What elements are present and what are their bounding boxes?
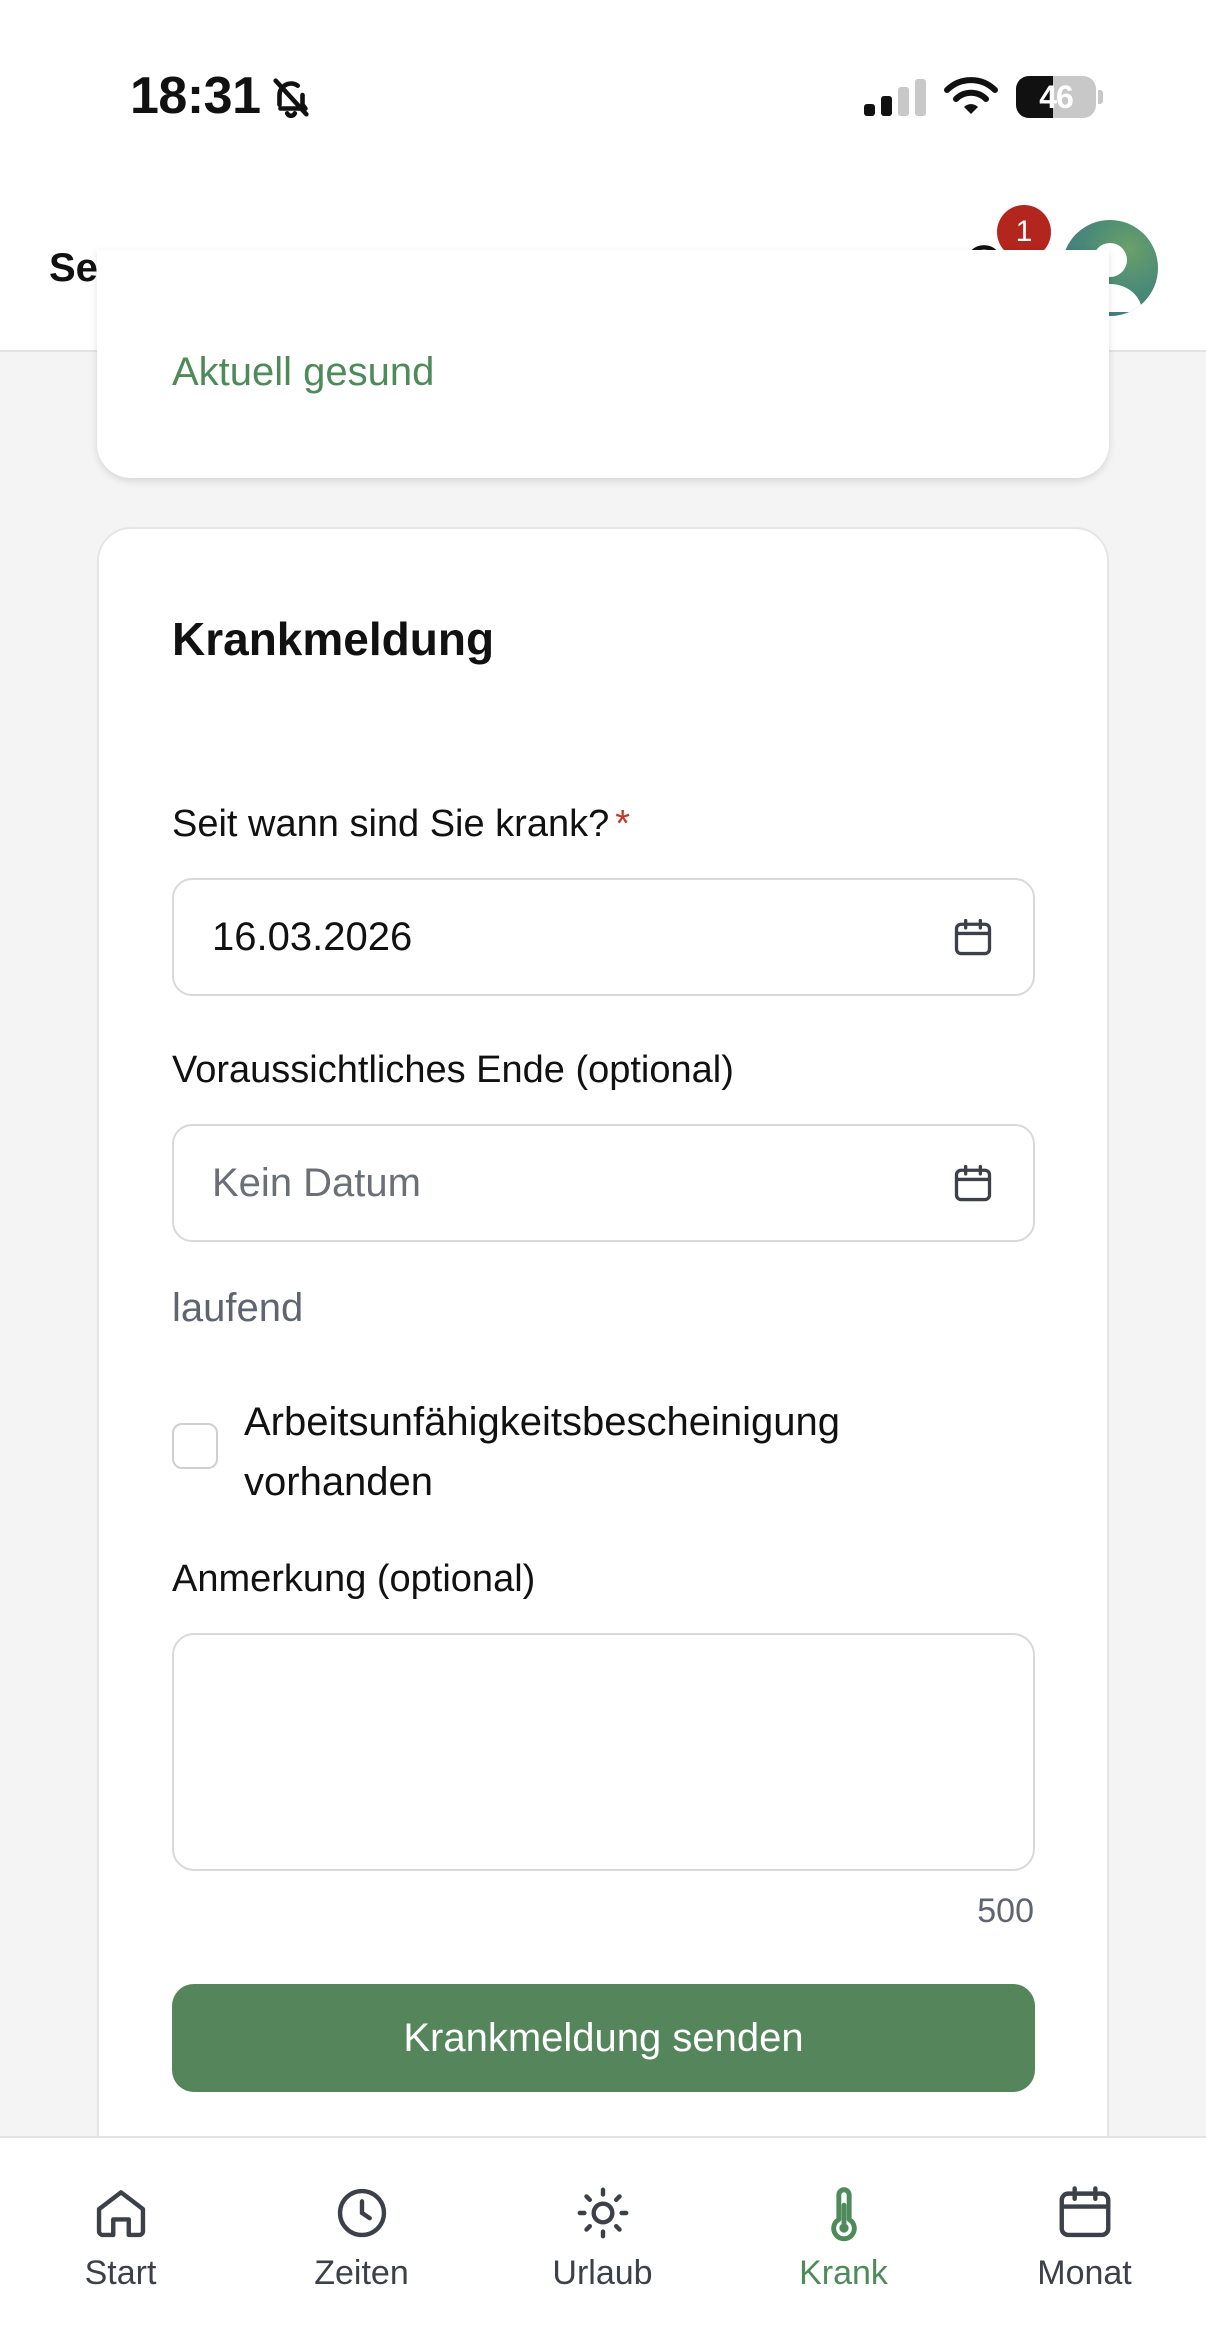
bell-slash-icon	[273, 78, 309, 119]
end-label: Voraussichtliches Ende (optional)	[172, 1049, 734, 1091]
since-date-value: 16.03.2026	[212, 915, 413, 959]
nav-label-start: Start	[84, 2254, 157, 2292]
note-label: Anmerkung (optional)	[172, 1558, 536, 1600]
nav-item-zeiten[interactable]: Zeiten	[241, 2138, 482, 2350]
battery-tip	[1098, 90, 1103, 104]
note-textarea[interactable]	[172, 1633, 1035, 1871]
home-icon	[96, 2190, 146, 2238]
form-title: Krankmeldung	[172, 613, 495, 665]
nav-item-monat[interactable]: Monat	[964, 2138, 1205, 2350]
end-date-placeholder: Kein Datum	[212, 1161, 421, 1205]
nav-item-krank[interactable]: Krank	[723, 2138, 964, 2350]
nav-label-monat: Monat	[1037, 2254, 1132, 2292]
thermometer-icon	[831, 2187, 857, 2242]
nav-label-zeiten: Zeiten	[314, 2254, 409, 2292]
required-marker: *	[615, 803, 631, 845]
nav-item-urlaub[interactable]: Urlaub	[482, 2138, 723, 2350]
sun-icon	[577, 2187, 629, 2239]
since-label-text: Seit wann sind Sie krank?	[172, 803, 610, 845]
since-label: Seit wann sind Sie krank? *	[172, 803, 630, 846]
screen: 18:31 46 Sebbel GmbH	[0, 0, 1206, 2350]
nav-label-krank: Krank	[799, 2254, 888, 2292]
end-date-input[interactable]: Kein Datum	[172, 1124, 1035, 1242]
bottom-nav: Start Zeiten Urlaub Krank Monat	[0, 2136, 1206, 2350]
wifi-icon	[944, 77, 998, 114]
end-date-hint: laufend	[172, 1286, 304, 1330]
health-status-text: Aktuell gesund	[172, 350, 435, 394]
submit-sick-report-button[interactable]: Krankmeldung senden	[172, 1984, 1035, 2092]
certificate-checkbox[interactable]	[172, 1423, 218, 1469]
char-counter: 500	[977, 1892, 1034, 1930]
status-time: 18:31	[130, 67, 261, 125]
cellular-signal-icon	[864, 79, 926, 116]
certificate-label[interactable]: Arbeitsunfähigkeitsbescheinigung vorhand…	[244, 1392, 1024, 1512]
calendar-icon	[1059, 2186, 1111, 2238]
battery-percent: 46	[1039, 79, 1074, 115]
nav-item-start[interactable]: Start	[0, 2138, 241, 2350]
calendar-icon[interactable]	[951, 1162, 995, 1206]
clock-icon	[337, 2188, 387, 2238]
battery-body: 46	[1016, 76, 1096, 118]
status-bar: 18:31 46	[0, 0, 1206, 190]
nav-label-urlaub: Urlaub	[552, 2254, 653, 2292]
calendar-icon[interactable]	[951, 916, 995, 960]
battery-icon: 46	[1016, 76, 1103, 118]
since-date-input[interactable]: 16.03.2026	[172, 878, 1035, 996]
